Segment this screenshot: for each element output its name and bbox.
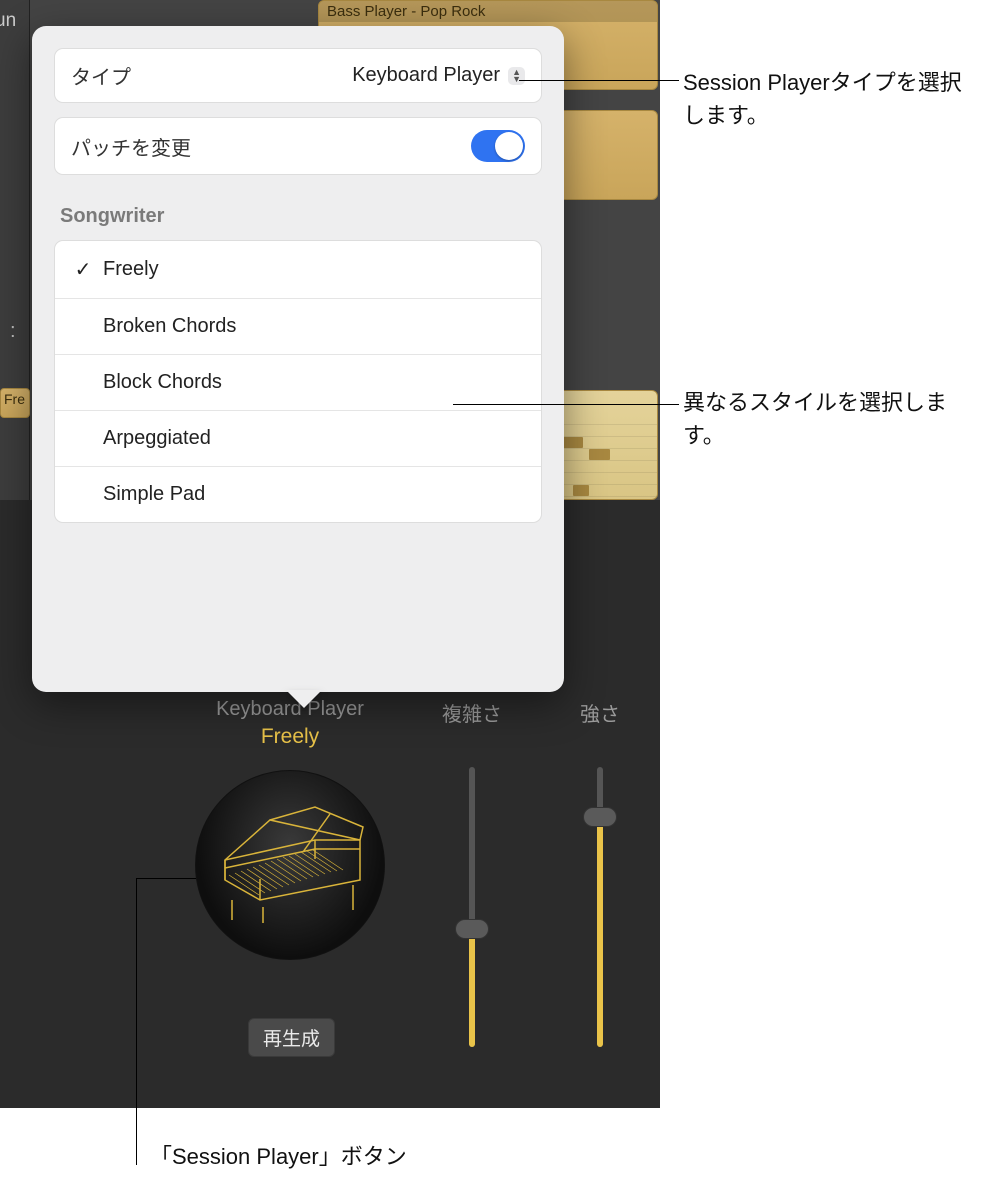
check-icon: ✓ bbox=[69, 257, 97, 282]
region-title: Bass Player - Pop Rock bbox=[319, 1, 657, 22]
region-fragment-left[interactable]: Fre bbox=[0, 388, 30, 418]
complexity-slider-group: 複雑さ bbox=[442, 698, 502, 1047]
type-row: タイプ Keyboard Player ▲▼ bbox=[54, 48, 542, 103]
piano-icon bbox=[215, 805, 365, 925]
type-select[interactable]: Keyboard Player ▲▼ bbox=[352, 64, 525, 87]
intensity-slider-group: 強さ bbox=[570, 698, 630, 1047]
intensity-label: 強さ bbox=[570, 698, 630, 727]
style-item-block-chords[interactable]: Block Chords bbox=[55, 355, 541, 411]
change-patch-toggle[interactable] bbox=[471, 130, 525, 162]
callout-type: Session Playerタイプを選択します。 bbox=[683, 66, 983, 132]
session-player-popover: タイプ Keyboard Player ▲▼ パッチを変更 Songwriter… bbox=[32, 26, 564, 692]
callout-style: 異なるスタイルを選択します。 bbox=[683, 386, 988, 452]
complexity-slider[interactable] bbox=[469, 767, 475, 1047]
change-patch-label: パッチを変更 bbox=[71, 132, 191, 161]
style-list: ✓ Freely Broken Chords Block Chords Arpe… bbox=[54, 240, 542, 523]
section-title: Songwriter bbox=[60, 205, 542, 228]
style-item-simple-pad[interactable]: Simple Pad bbox=[55, 467, 541, 522]
change-patch-row: パッチを変更 bbox=[54, 117, 542, 175]
intensity-slider[interactable] bbox=[597, 767, 603, 1047]
session-player-button[interactable] bbox=[195, 770, 385, 960]
style-item-arpeggiated[interactable]: Arpeggiated bbox=[55, 411, 541, 467]
type-value: Keyboard Player bbox=[352, 64, 500, 87]
regenerate-button[interactable]: 再生成 bbox=[248, 1018, 335, 1057]
callout-session-player-button: 「Session Player」ボタン bbox=[150, 1140, 650, 1173]
player-style-label: Freely bbox=[175, 725, 405, 749]
type-label: タイプ bbox=[71, 61, 131, 90]
style-item-freely[interactable]: ✓ Freely bbox=[55, 241, 541, 299]
style-item-broken-chords[interactable]: Broken Chords bbox=[55, 299, 541, 355]
complexity-label: 複雑さ bbox=[442, 698, 502, 727]
select-stepper-icon: ▲▼ bbox=[508, 67, 525, 85]
track-header-column: un : bbox=[0, 0, 30, 500]
